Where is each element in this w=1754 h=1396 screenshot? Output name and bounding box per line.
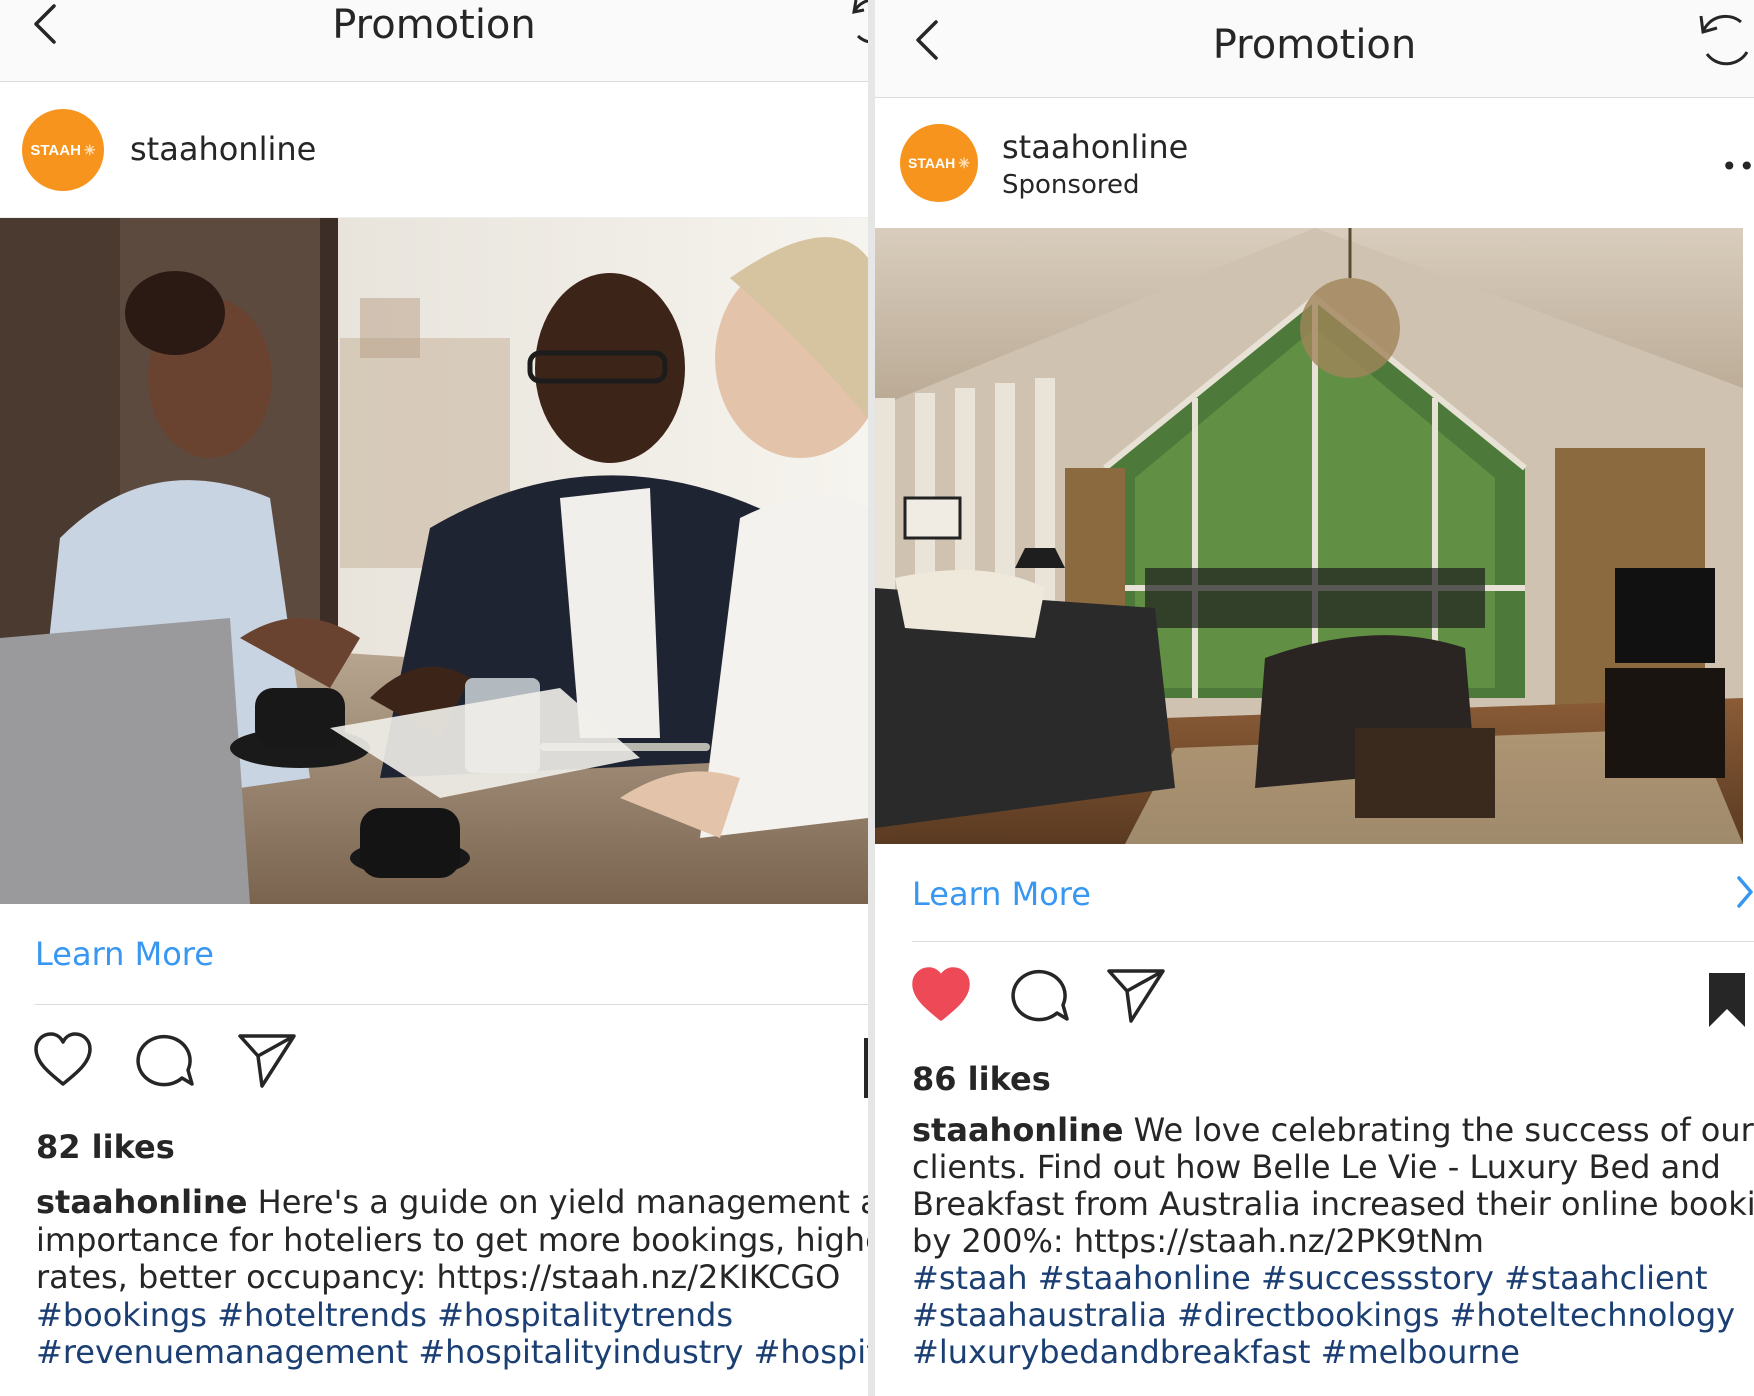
caption-username[interactable]: staahonline — [36, 1183, 248, 1221]
more-icon[interactable]: •• — [1721, 150, 1754, 183]
comment-icon[interactable] — [134, 1030, 196, 1094]
sponsored-label: Sponsored — [1002, 170, 1140, 200]
refresh-icon[interactable] — [848, 0, 868, 56]
hashtag-line[interactable]: #staahaustralia #directbookings #hotelte… — [912, 1297, 1754, 1334]
caption-username[interactable]: staahonline — [912, 1111, 1124, 1149]
post-header: STAAH ✳ staahonline Sponsored •• — [875, 98, 1754, 228]
learn-more-row[interactable]: Learn More — [35, 905, 868, 1005]
hashtag-line[interactable]: #luxurybedandbreakfast #melbourne — [912, 1334, 1754, 1371]
avatar-logo-text: STAAH — [908, 155, 956, 171]
chevron-right-icon[interactable] — [1736, 875, 1754, 913]
hashtag-line[interactable]: #bookings #hoteltrends #hospitalitytrend… — [36, 1296, 868, 1335]
action-bar — [875, 965, 1754, 1035]
left-post-screen: Promotion STAAH ✳ staahonline Learn More… — [0, 0, 868, 1396]
post-caption: staahonline Here's a guide on yield mana… — [36, 1183, 868, 1372]
bookmark-icon[interactable] — [1707, 971, 1747, 1033]
post-header: STAAH ✳ staahonline — [0, 82, 868, 218]
top-navigation-bar: Promotion — [875, 0, 1754, 98]
heart-icon[interactable] — [32, 1030, 94, 1094]
right-post-screen: Promotion STAAH ✳ staahonline Sponsored •… — [875, 0, 1754, 1396]
post-image-luxury-bedroom[interactable] — [875, 228, 1743, 844]
learn-more-row[interactable]: Learn More — [912, 845, 1754, 942]
post-image-business-meeting[interactable] — [0, 218, 868, 904]
top-navigation-bar: Promotion — [0, 0, 868, 82]
page-title: Promotion — [1212, 22, 1417, 68]
post-caption: staahonline We love celebrating the succ… — [912, 1112, 1754, 1371]
action-bar — [0, 1030, 868, 1100]
likes-count[interactable]: 86 likes — [912, 1060, 1051, 1098]
learn-more-link[interactable]: Learn More — [912, 875, 1091, 913]
account-username[interactable]: staahonline — [1002, 128, 1188, 166]
caption-text-line: importance for hoteliers to get more boo… — [36, 1220, 868, 1259]
caption-text-line: We love celebrating the success of our — [1133, 1111, 1754, 1149]
avatar[interactable]: STAAH ✳ — [22, 109, 104, 191]
caption-text-line[interactable]: rates, better occupancy: https://staah.n… — [36, 1258, 868, 1297]
hashtag-line[interactable]: #revenuemanagement #hospitalityindustry … — [36, 1333, 868, 1372]
panel-divider — [868, 0, 875, 1396]
account-username[interactable]: staahonline — [130, 130, 316, 168]
refresh-icon[interactable] — [1695, 6, 1751, 74]
likes-count[interactable]: 82 likes — [36, 1128, 175, 1166]
caption-text-line: clients. Find out how Belle Le Vie - Lux… — [912, 1148, 1721, 1186]
hashtag-line[interactable]: #staah #staahonline #successstory #staah… — [912, 1260, 1754, 1297]
avatar[interactable]: STAAH ✳ — [900, 124, 978, 202]
avatar-logo-text: STAAH — [30, 141, 81, 159]
learn-more-link[interactable]: Learn More — [35, 935, 214, 973]
logo-star-icon: ✳ — [958, 154, 970, 171]
logo-star-icon: ✳ — [83, 141, 96, 158]
caption-text-line: Here's a guide on yield management and — [257, 1183, 868, 1221]
share-icon[interactable] — [236, 1030, 298, 1094]
page-title: Promotion — [332, 2, 536, 48]
heart-icon[interactable] — [910, 965, 972, 1029]
comment-icon[interactable] — [1009, 965, 1071, 1029]
caption-text-line: Breakfast from Australia increased their… — [912, 1185, 1754, 1223]
caption-text-line[interactable]: by 200%: https://staah.nz/2PK9tNm — [912, 1223, 1754, 1260]
share-icon[interactable] — [1105, 965, 1167, 1029]
